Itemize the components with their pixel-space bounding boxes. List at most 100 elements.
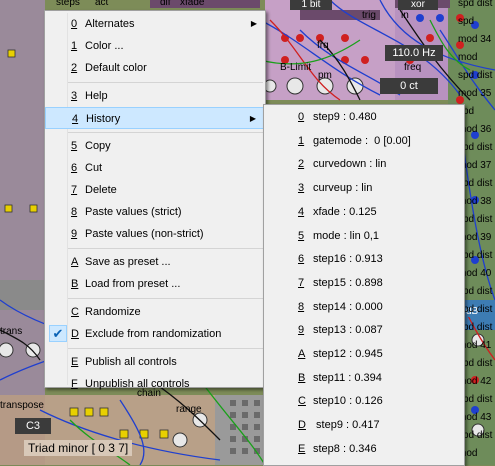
menu-item-label: Randomize [85,306,141,318]
bg-label-blimit: B-Limit [280,62,312,73]
menu-item-label: Save as preset ... [85,256,171,268]
history-item[interactable]: 6 step16 : 0.913 [264,249,464,271]
bg-display-ct: 0 ct [380,78,438,94]
history-item-label: step8 : 0.346 [313,442,377,455]
history-item-accelerator: C [298,395,306,408]
history-item[interactable]: Estep8 : 0.346 [264,439,464,461]
bg-label-in: in [401,10,409,21]
menu-item-publish-all-controls[interactable]: E Publish all controls [45,351,265,373]
history-item[interactable]: Cstep10 : 0.126 [264,391,464,413]
history-item-label: step14 : 0.000 [313,300,383,313]
history-item-accelerator: A [298,348,306,360]
history-item[interactable]: 3 curveup : lin [264,178,464,200]
menu-item-accelerator: 8 [71,206,78,218]
menu-item-label: Color ... [85,40,124,52]
bg-label-transpose: transpose [0,400,44,411]
menu-separator [68,132,263,133]
side-label: spd dist [458,70,493,81]
menu-item-label: Alternates [85,18,135,30]
history-item[interactable]: 8 step14 : 0.000 [264,297,464,319]
history-item-label: step10 : 0.126 [313,395,383,408]
bg-label-dif: dif [160,0,171,8]
bg-display-xor: xor [398,0,438,10]
menu-item-accelerator: E [71,356,79,368]
bg-label-pm: pm [318,70,332,81]
side-label: mod 34 [458,34,492,45]
history-item[interactable]: 9 step13 : 0.087 [264,320,464,342]
menu-item-label: Default color [85,62,147,74]
history-item[interactable]: Bstep11 : 0.394 [264,368,464,390]
history-item-accelerator: 4 [298,205,305,218]
history-item-label: step16 : 0.913 [313,253,383,266]
submenu-arrow-icon: ▶ [249,114,256,123]
history-item-label: step11 : 0.394 [313,371,382,384]
history-item-accelerator: 1 [298,134,305,147]
history-item[interactable]: 0 step9 : 0.480 [264,107,464,129]
history-item-accelerator: 8 [298,300,305,313]
menu-item-accelerator: 1 [71,40,78,52]
history-item[interactable]: 7 step15 : 0.898 [264,273,464,295]
bg-label-triad: Triad minor [ 0 3 7] [24,440,133,456]
bg-label-xfade: xfade [180,0,205,8]
menu-item-accelerator: 2 [71,62,78,74]
menu-item-history[interactable]: 4 History ▶ [45,107,265,129]
menu-item-accelerator: 6 [71,162,78,174]
menu-item-paste-values-non-strict[interactable]: 9 Paste values (non-strict) [45,223,265,245]
menu-item-accelerator: C [71,306,79,318]
menu-item-accelerator: D [71,328,79,340]
menu-item-accelerator: A [71,256,79,268]
menu-item-load-from-preset[interactable]: B Load from preset ... [45,273,265,295]
history-item[interactable]: 2 curvedown : lin [264,154,464,176]
menu-item-accelerator: 9 [71,228,78,240]
bg-label-range: range [176,404,202,415]
menu-item-unpublish-all-controls[interactable]: F Unpublish all controls [45,373,265,395]
history-item-accelerator: 9 [298,324,305,337]
menu-item-accelerator: B [71,278,79,290]
history-item-accelerator: D [298,419,306,432]
bg-display-1bit: 1 bit [290,0,332,10]
history-item-label: gatemode : 0 [0.00] [313,134,411,147]
history-item[interactable]: Astep12 : 0.945 [264,344,464,366]
bg-label-frq: frq [317,40,329,51]
menu-item-accelerator: 3 [71,90,78,102]
history-item-accelerator: 2 [298,158,305,171]
menu-item-label: Unpublish all controls [85,378,190,390]
history-item[interactable]: 5 mode : lin 0,1 [264,226,464,248]
history-item[interactable]: 4 xfade : 0.125 [264,202,464,224]
history-item[interactable]: D step9 : 0.417 [264,415,464,437]
history-item-accelerator: 5 [298,229,305,242]
history-item-label: curveup : lin [313,182,373,195]
menu-item-accelerator: 0 [71,18,78,30]
bg-label-steps: steps [56,0,80,8]
side-label: spd [458,16,475,27]
menu-item-save-as-preset[interactable]: A Save as preset ... [45,251,265,273]
bg-display-c3: C3 [15,418,51,434]
menu-item-copy[interactable]: 5 Copy [45,135,265,157]
menu-item-help[interactable]: 3 Help [45,85,265,107]
menu-item-randomize[interactable]: C Randomize [45,301,265,323]
history-item-label: step12 : 0.945 [313,348,383,360]
submenu-arrow-icon: ▶ [250,19,257,28]
history-item[interactable]: 1 gatemode : 0 [0.00] [264,131,464,153]
bg-label-act: act [95,0,109,8]
bg-label-trans: trans [0,326,23,337]
menu-item-label: History [86,113,121,125]
menu-item-label: Publish all controls [85,356,177,368]
bg-display-hz: 110.0 Hz [385,45,443,61]
menu-item-default-color[interactable]: 2 Default color [45,57,265,79]
menu-item-paste-values-strict[interactable]: 8 Paste values (strict) [45,201,265,223]
menu-item-label: Delete [85,184,117,196]
history-item-accelerator: 0 [298,111,305,123]
menu-item-alternates[interactable]: 0 Alternates ▶ [45,13,265,35]
bg-label-trig: trig [362,10,376,21]
menu-item-accelerator: 4 [72,113,79,125]
menu-item-label: Paste values (non-strict) [85,228,204,240]
menu-item-color[interactable]: 1 Color ... [45,35,265,57]
menu-separator [68,348,263,349]
context-menu: 0 Alternates ▶ 1 Color ... 2 Default color 3 Hel… [44,10,266,390]
menu-item-cut[interactable]: 6 Cut [45,157,265,179]
history-item-label: step13 : 0.087 [313,324,383,337]
menu-item-exclude-from-randomization[interactable]: ✔ D Exclude from randomization [45,323,265,345]
history-item-accelerator: 6 [298,253,305,266]
menu-item-delete[interactable]: 7 Delete [45,179,265,201]
